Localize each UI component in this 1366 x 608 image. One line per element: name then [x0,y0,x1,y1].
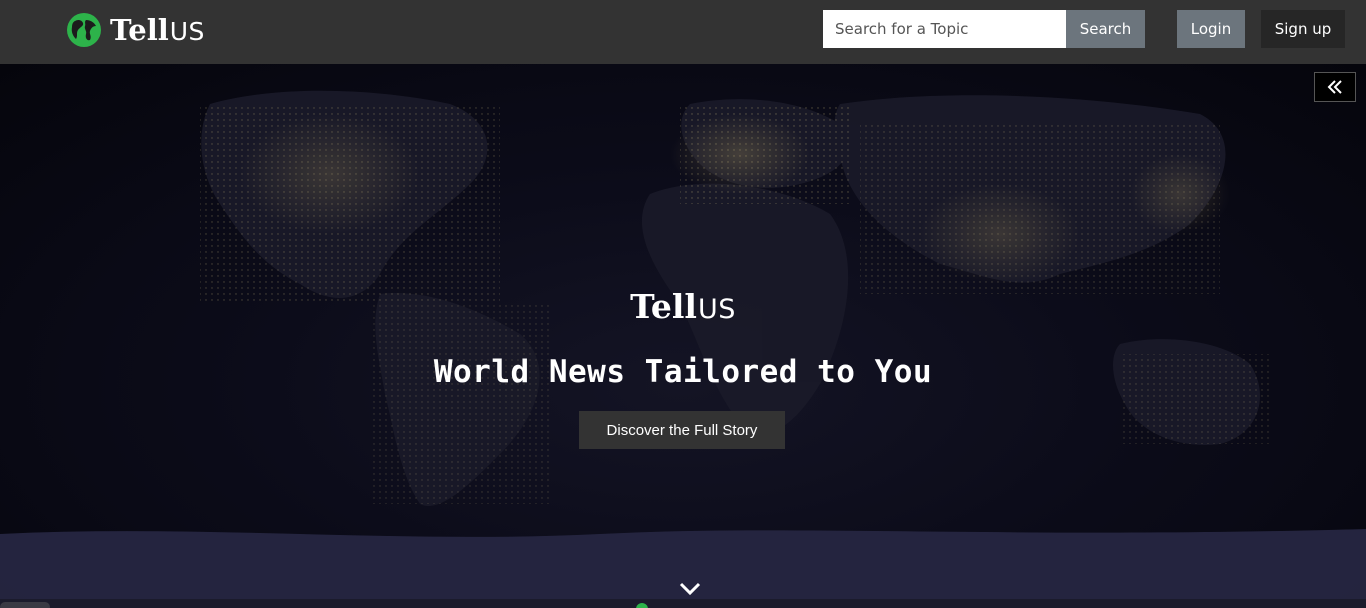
brand-name: Tell US [110,12,205,47]
brand-name-light: US [169,16,205,46]
bottom-edge-strip [0,599,1366,608]
hero-logo-bold: Tell [630,287,697,326]
login-button[interactable]: Login [1177,10,1245,48]
collapse-panel-button[interactable] [1314,72,1356,102]
globe-icon [67,13,101,47]
search-button[interactable]: Search [1066,10,1145,48]
hero-section: Tell US World News Tailored to You Discov… [0,64,1366,599]
green-dot-indicator [636,603,648,608]
hero-logo: Tell US [0,290,1366,323]
brand-name-bold: Tell [110,12,169,47]
chevron-down-icon[interactable] [678,581,702,597]
hero-overlay [0,64,1366,599]
hero-logo-light: US [697,294,736,325]
discover-full-story-button[interactable]: Discover the Full Story [579,411,785,449]
top-navbar: TellUS Search Login Sign up [0,0,1366,64]
bottom-pill-partial [0,602,50,608]
hero-title: World News Tailored to You [433,354,933,390]
double-chevron-left-icon [1327,80,1342,94]
brand-logo-link[interactable]: Tell US [66,12,205,48]
signup-button[interactable]: Sign up [1261,10,1345,48]
search-input[interactable] [823,10,1066,48]
